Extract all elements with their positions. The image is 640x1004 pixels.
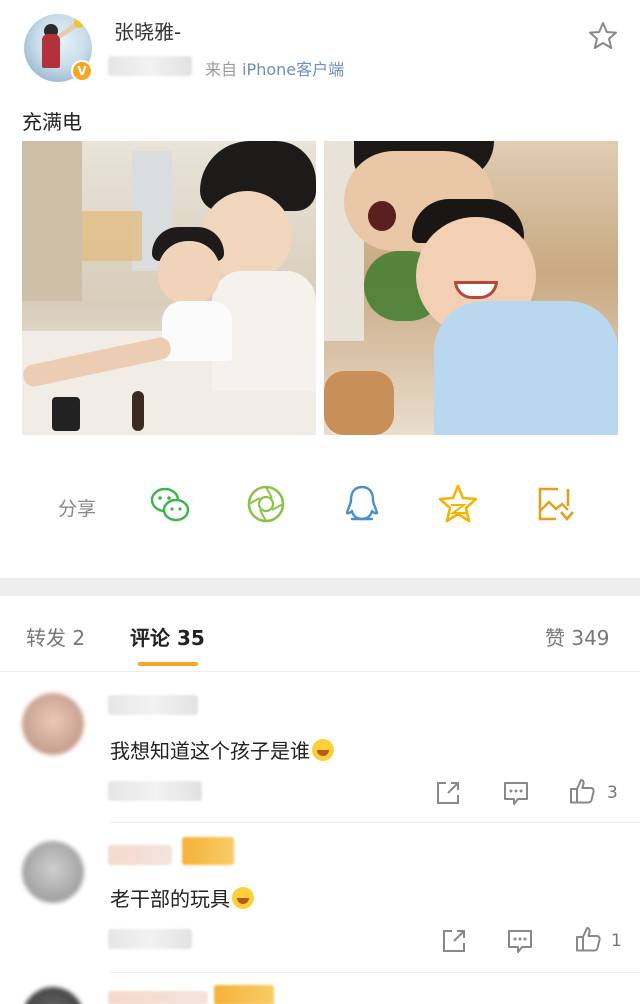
comment-text: 老干部的玩具 (110, 883, 254, 912)
blurred-member-badge (214, 985, 274, 1004)
blurred-timestamp (108, 56, 192, 76)
blurred-comment-time (108, 781, 202, 801)
blurred-member-badge (182, 837, 234, 865)
share-row: 分享 (0, 476, 640, 536)
tab-repost[interactable]: 转发 2 (26, 622, 85, 651)
commenter-avatar[interactable] (22, 987, 84, 1004)
blurred-commenter-name[interactable] (108, 991, 208, 1004)
section-divider (0, 578, 640, 596)
moments-icon[interactable] (244, 482, 288, 526)
repost-comment-icon[interactable] (440, 927, 468, 955)
source-client-link[interactable]: iPhone客户端 (242, 60, 344, 79)
like-thumb-icon[interactable] (568, 777, 596, 805)
comment-like-count: 3 (607, 783, 618, 803)
post-text: 充满电 (22, 110, 82, 134)
post-photo-1[interactable] (22, 141, 316, 435)
source-prefix: 来自 (205, 60, 238, 79)
post-card: V 张晓雅- 来自 iPhone客户端 充满电 分享 (0, 0, 640, 578)
blurred-commenter-name[interactable] (108, 845, 172, 865)
comment-text-content: 我想知道这个孩子是谁 (110, 739, 310, 763)
tab-comments[interactable]: 评论 35 (130, 622, 205, 651)
post-photo-2[interactable] (324, 141, 618, 435)
comment-like-count: 1 (611, 931, 622, 951)
commenter-avatar[interactable] (22, 693, 84, 755)
wechat-icon[interactable] (148, 482, 192, 526)
comment-item: 我想知道这个孩子是谁 3 (0, 673, 640, 823)
share-label: 分享 (58, 498, 97, 520)
favorite-star-icon[interactable] (587, 20, 619, 52)
qq-icon[interactable] (340, 482, 384, 526)
comment-item: 老干部的玩具 1 (0, 823, 640, 973)
post-source: 来自 iPhone客户端 (205, 56, 344, 80)
tab-likes[interactable]: 赞 349 (545, 622, 610, 651)
comment-text-content: 老干部的玩具 (110, 887, 230, 911)
repost-comment-icon[interactable] (434, 779, 462, 807)
blurred-comment-time (108, 929, 192, 949)
qzone-star-icon[interactable] (436, 482, 480, 526)
interaction-tabs: 转发 2 评论 35 赞 349 (0, 596, 640, 672)
reply-comment-icon[interactable] (506, 927, 534, 955)
verified-badge-icon: V (71, 60, 93, 82)
active-tab-indicator (138, 662, 198, 666)
blurred-commenter-name[interactable] (108, 695, 198, 715)
comment-text: 我想知道这个孩子是谁 (110, 735, 334, 764)
username[interactable]: 张晓雅- (114, 16, 181, 45)
reply-comment-icon[interactable] (502, 779, 530, 807)
laughing-crying-emoji-icon (312, 739, 334, 761)
like-thumb-icon[interactable] (574, 925, 602, 953)
commenter-avatar[interactable] (22, 841, 84, 903)
save-image-icon[interactable] (532, 482, 576, 526)
comment-item-partial (0, 973, 640, 1004)
laughing-emoji-icon (232, 887, 254, 909)
